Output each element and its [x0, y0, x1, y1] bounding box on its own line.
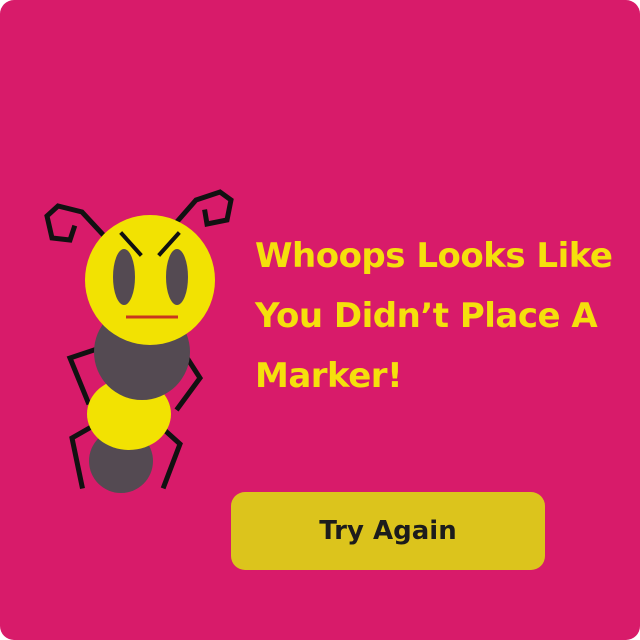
angry-bee-icon: [44, 189, 234, 493]
dialog-panel: Whoops Looks Like You Didn’t Place A Mar…: [0, 0, 640, 640]
try-again-button[interactable]: Try Again: [231, 492, 545, 570]
error-message: Whoops Looks Like You Didn’t Place A Mar…: [255, 236, 613, 396]
